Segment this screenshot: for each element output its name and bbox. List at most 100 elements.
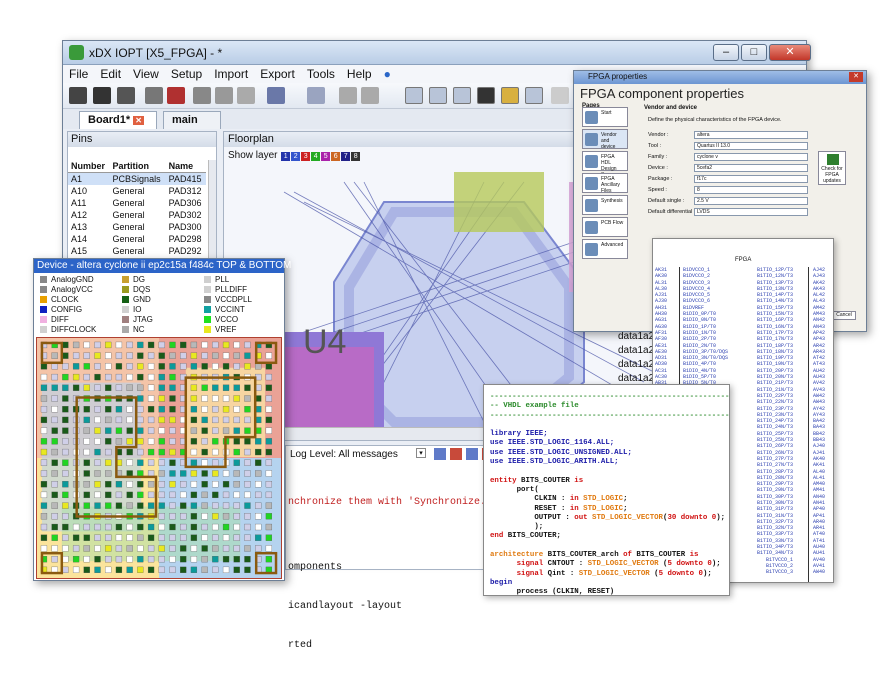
pin-cell[interactable] (94, 523, 101, 531)
pin-cell[interactable] (51, 373, 58, 381)
pin-cell[interactable] (137, 566, 144, 573)
pin-cell[interactable] (212, 384, 219, 391)
pin-cell[interactable] (169, 545, 176, 552)
pin-cell[interactable] (265, 416, 273, 424)
pin-cell[interactable] (212, 363, 219, 370)
pin-cell[interactable] (233, 556, 240, 563)
pin-cell[interactable] (62, 395, 69, 402)
pin-cell[interactable] (169, 363, 176, 370)
pin-cell[interactable] (147, 481, 155, 488)
page-item[interactable]: Start (582, 107, 628, 127)
pin-cell[interactable] (201, 416, 208, 424)
tab-close-icon[interactable]: ✕ (133, 116, 144, 125)
pin-cell[interactable] (222, 502, 230, 509)
pin-cell[interactable] (212, 395, 219, 402)
property-select[interactable]: LVDS (694, 208, 808, 216)
paste-icon[interactable] (237, 87, 255, 104)
pin-cell[interactable] (62, 352, 69, 359)
pin-cell[interactable] (40, 406, 48, 413)
page-item[interactable]: Synthesis (582, 195, 628, 215)
pin-cell[interactable] (244, 470, 251, 477)
pin-cell[interactable] (51, 384, 58, 391)
pin-cell[interactable] (158, 416, 165, 424)
pin-cell[interactable] (265, 556, 273, 563)
pin-cell[interactable] (94, 545, 101, 552)
pin-cell[interactable] (158, 384, 165, 391)
pin-cell[interactable] (190, 481, 198, 488)
pin-cell[interactable] (158, 523, 165, 531)
pin-cell[interactable] (147, 416, 155, 424)
pin-cell[interactable] (244, 341, 251, 349)
pin-cell[interactable] (105, 545, 112, 552)
pin-cell[interactable] (190, 363, 198, 370)
pin-cell[interactable] (94, 534, 101, 541)
pin-cell[interactable] (115, 427, 123, 434)
pin-cell[interactable] (105, 352, 112, 359)
pin-cell[interactable] (201, 384, 208, 391)
pin-cell[interactable] (115, 502, 123, 509)
pin-cell[interactable] (105, 470, 112, 477)
pin-cell[interactable] (180, 513, 187, 520)
toolbar-icon-b[interactable] (361, 87, 379, 104)
pin-cell[interactable] (169, 416, 176, 424)
pin-cell[interactable] (105, 341, 112, 349)
pin-cell[interactable] (147, 438, 155, 445)
pin-cell[interactable] (94, 491, 101, 499)
pointer-icon[interactable] (551, 87, 569, 104)
pin-cell[interactable] (62, 523, 69, 531)
tab-board1[interactable]: Board1* ✕ (79, 111, 157, 129)
pin-cell[interactable] (233, 502, 240, 509)
pin-cell[interactable] (62, 534, 69, 541)
pin-cell[interactable] (201, 341, 208, 349)
view-icon-6[interactable] (525, 87, 543, 104)
pin-cell[interactable] (83, 448, 90, 456)
cut-icon[interactable] (193, 87, 211, 104)
check-updates-button[interactable]: Check for FPGA updates (818, 151, 846, 185)
pin-cell[interactable] (265, 395, 273, 402)
pin-cell[interactable] (158, 481, 165, 488)
pin-cell[interactable] (115, 373, 123, 381)
menu-setup[interactable]: Setup (165, 65, 208, 83)
pin-cell[interactable] (94, 416, 101, 424)
pin-cell[interactable] (233, 566, 240, 573)
pin-cell[interactable] (126, 556, 133, 563)
pin-cell[interactable] (94, 470, 101, 477)
pin-cell[interactable] (94, 556, 101, 563)
pin-cell[interactable] (51, 459, 58, 466)
pin-cell[interactable] (94, 427, 101, 434)
pin-cell[interactable] (147, 556, 155, 563)
page-item[interactable]: Vendor and device (582, 129, 628, 150)
pin-cell[interactable] (222, 513, 230, 520)
pin-cell[interactable] (51, 545, 58, 552)
close-button[interactable]: ✕ (769, 44, 811, 61)
pin-cell[interactable] (169, 556, 176, 563)
pin-cell[interactable] (62, 448, 69, 456)
pin-cell[interactable] (62, 481, 69, 488)
pin-cell[interactable] (180, 341, 187, 349)
pin-cell[interactable] (265, 481, 273, 488)
pin-cell[interactable] (180, 556, 187, 563)
pin-cell[interactable] (62, 373, 69, 381)
layer-toggle[interactable]: 4 (311, 152, 321, 161)
pin-cell[interactable] (40, 491, 48, 499)
pin-cell[interactable] (244, 384, 251, 391)
pin-cell[interactable] (83, 406, 90, 413)
pin-cell[interactable] (40, 523, 48, 531)
pin-cell[interactable] (126, 438, 133, 445)
pin-cell[interactable] (190, 416, 198, 424)
pin-cell[interactable] (105, 459, 112, 466)
pin-cell[interactable] (51, 481, 58, 488)
pin-cell[interactable] (62, 545, 69, 552)
property-select[interactable]: 8 (694, 186, 808, 194)
pin-cell[interactable] (244, 491, 251, 499)
pin-cell[interactable] (147, 459, 155, 466)
pin-cell[interactable] (105, 384, 112, 391)
pin-cell[interactable] (126, 406, 133, 413)
pin-cell[interactable] (201, 556, 208, 563)
pin-cell[interactable] (255, 502, 262, 509)
pin-cell[interactable] (115, 523, 123, 531)
pin-cell[interactable] (255, 363, 262, 370)
page-item[interactable]: Advanced (582, 239, 628, 259)
pin-cell[interactable] (244, 523, 251, 531)
pin-cell[interactable] (169, 481, 176, 488)
